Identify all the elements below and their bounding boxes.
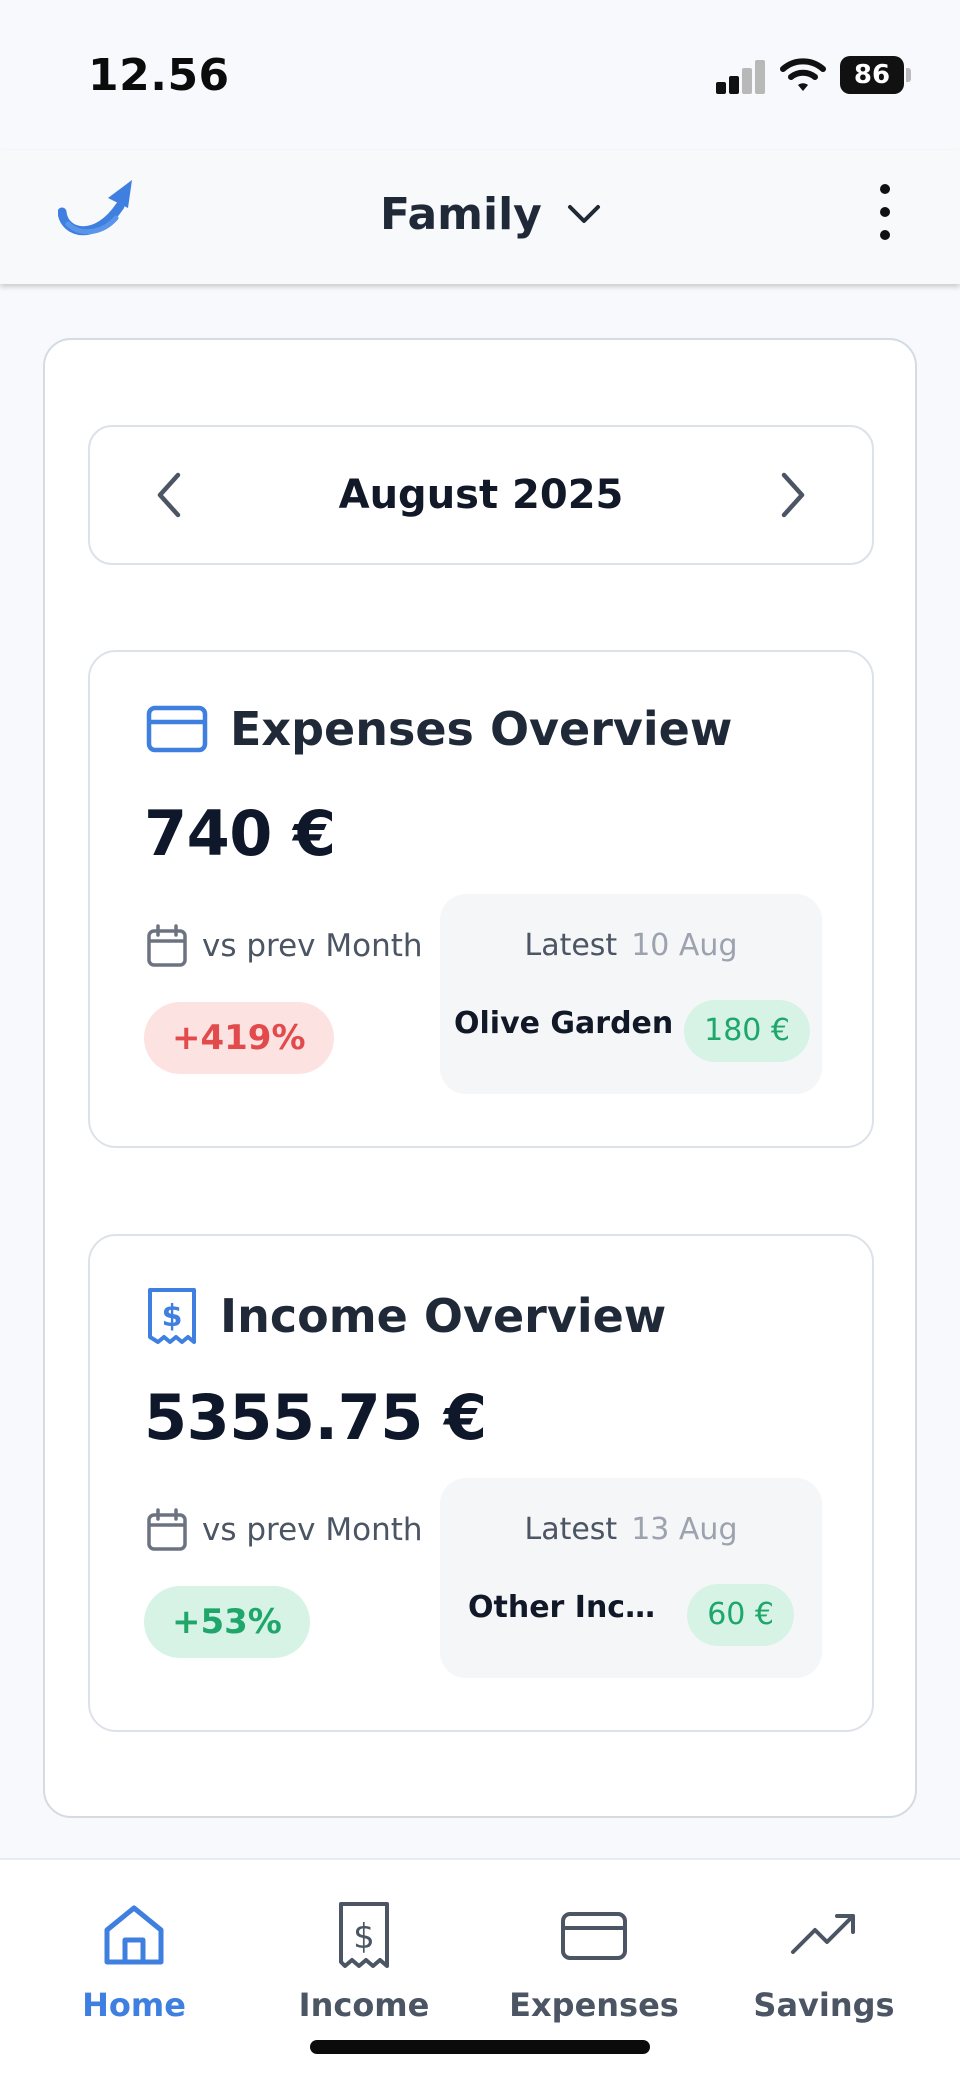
nav-home-label: Home xyxy=(82,1986,186,2024)
nav-expenses[interactable]: Expenses xyxy=(504,1900,684,2030)
team-name: Family xyxy=(380,188,542,240)
month-navigator: August 2025 xyxy=(88,425,874,565)
team-selector[interactable]: Family xyxy=(380,184,604,244)
income-title: Income Overview xyxy=(220,1289,667,1343)
credit-card-icon xyxy=(561,1912,627,1960)
latest-label: Latest xyxy=(524,1512,618,1547)
nav-home[interactable]: Home xyxy=(44,1900,224,2030)
income-latest-box: Latest 13 Aug Other Inco... 60 € xyxy=(440,1478,822,1678)
latest-income-name: Other Inco... xyxy=(468,1590,668,1625)
receipt-dollar-icon: $ xyxy=(148,1288,196,1344)
month-label: August 2025 xyxy=(338,472,624,518)
more-options-icon[interactable] xyxy=(870,182,900,242)
income-change-badge: +53% xyxy=(144,1586,310,1658)
battery-icon: 86 xyxy=(840,56,911,94)
latest-expense-amount: 180 € xyxy=(684,1000,810,1062)
receipt-dollar-icon: $ xyxy=(339,1902,389,1968)
svg-text:$: $ xyxy=(353,1917,375,1957)
latest-date: 10 Aug xyxy=(631,928,738,963)
chevron-right-icon[interactable] xyxy=(762,465,822,525)
svg-text:$: $ xyxy=(162,1299,183,1334)
calendar-icon xyxy=(147,924,187,967)
expenses-amount: 740 € xyxy=(144,797,336,870)
income-overview-card[interactable]: $ Income Overview 5355.75 € vs prev Mont… xyxy=(88,1234,874,1732)
home-indicator[interactable] xyxy=(310,2040,650,2054)
expenses-change-badge: +419% xyxy=(144,1002,334,1074)
vs-prev-month-label: vs prev Month xyxy=(202,1512,423,1548)
chevron-down-icon xyxy=(567,205,600,223)
vs-prev-month-label: vs prev Month xyxy=(202,928,423,964)
signal-icon xyxy=(716,60,766,94)
app-logo-icon xyxy=(58,180,132,236)
latest-label: Latest xyxy=(524,928,618,963)
expenses-overview-card[interactable]: Expenses Overview 740 € vs prev Month +4… xyxy=(88,650,874,1148)
latest-income-amount: 60 € xyxy=(687,1584,794,1646)
income-amount: 5355.75 € xyxy=(144,1381,487,1454)
latest-expense-name: Olive Garden xyxy=(454,1006,674,1041)
status-time: 12.56 xyxy=(88,50,230,101)
credit-card-icon xyxy=(146,705,208,753)
trending-up-icon xyxy=(791,1914,855,1954)
nav-expenses-label: Expenses xyxy=(509,1986,679,2024)
nav-savings-label: Savings xyxy=(753,1986,895,2024)
nav-savings[interactable]: Savings xyxy=(734,1900,914,2030)
app-header: Family xyxy=(0,150,960,284)
expenses-title: Expenses Overview xyxy=(230,702,733,756)
latest-date: 13 Aug xyxy=(631,1512,738,1547)
nav-income-label: Income xyxy=(298,1986,430,2024)
calendar-icon xyxy=(147,1508,187,1551)
wifi-icon xyxy=(780,58,826,91)
dashboard-card: August 2025 Expenses Overview 740 € vs p… xyxy=(43,338,917,1818)
home-icon xyxy=(104,1905,164,1965)
expenses-latest-box: Latest 10 Aug Olive Garden 180 € xyxy=(440,894,822,1094)
status-bar: 12.56 86 xyxy=(0,0,960,150)
nav-income[interactable]: $ Income xyxy=(274,1900,454,2030)
battery-level: 86 xyxy=(853,60,891,90)
